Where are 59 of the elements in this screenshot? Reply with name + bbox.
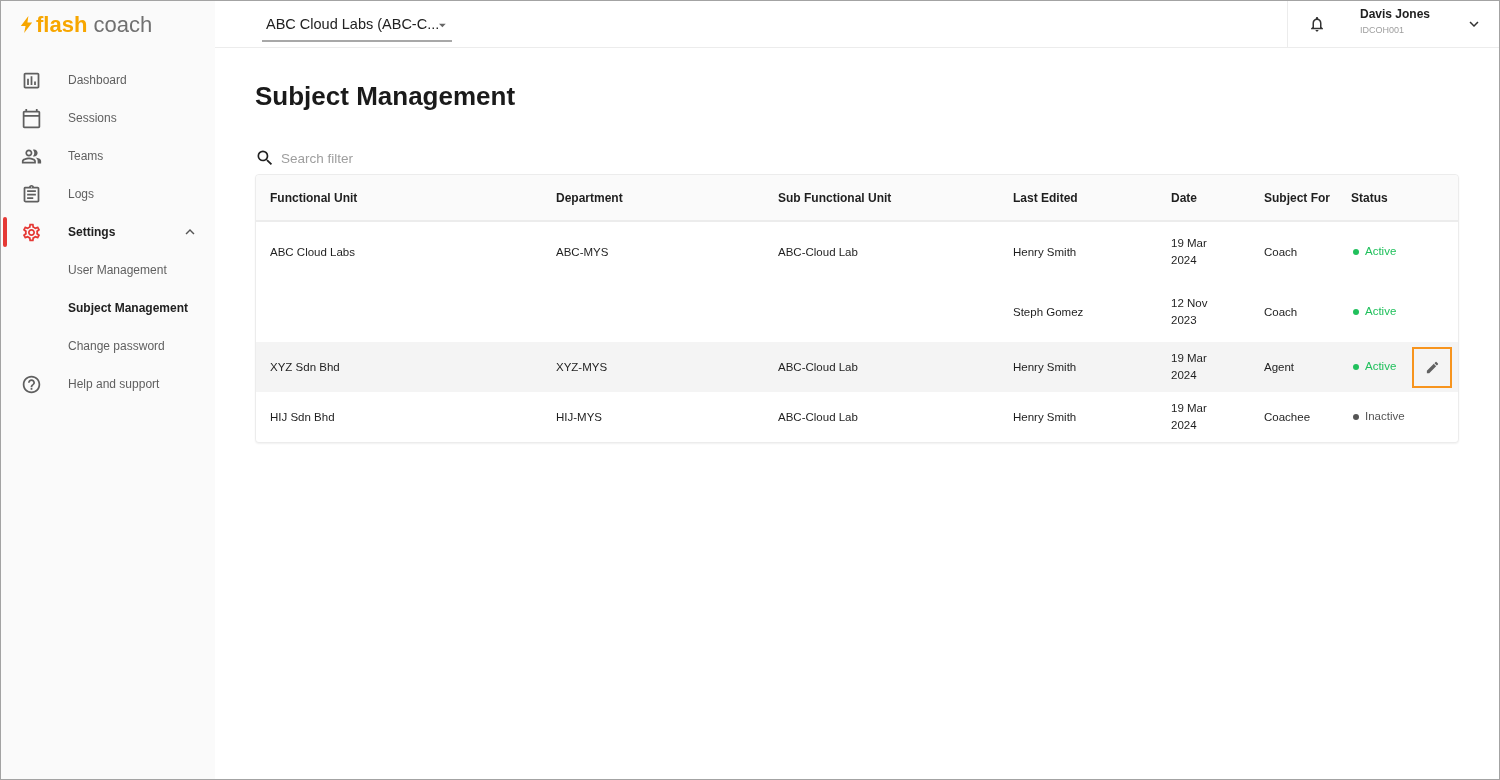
table-cell-text: Henry Smith	[1013, 359, 1077, 375]
sidebar-subitem[interactable]: Change password	[1, 327, 215, 365]
sidebar-item[interactable]: Help and support	[1, 365, 215, 403]
table-cell-text: Steph Gomez	[1013, 304, 1084, 320]
table-cell-text: 19 Mar 2024	[1171, 236, 1208, 268]
clipboard-icon	[21, 183, 42, 205]
pencil-icon	[1424, 359, 1440, 375]
status-label: Active	[1365, 304, 1397, 320]
table-cell-text: 19 Mar 2024	[1171, 351, 1208, 383]
search-icon	[255, 148, 275, 168]
help-icon	[21, 373, 42, 395]
table-cell-text: HIJ Sdn Bhd	[270, 409, 335, 425]
table-cell-text: ABC-MYS	[556, 244, 609, 260]
logo-wordmark: flash coach	[36, 13, 153, 36]
column-header: Functional Unit	[270, 189, 358, 207]
notifications-button[interactable]	[1308, 15, 1326, 33]
selection-indicator	[3, 217, 7, 247]
lightning-bolt-icon	[20, 16, 33, 33]
organization-dropdown[interactable]: ABC Cloud Labs (ABC-C...	[262, 10, 452, 42]
column-header: Subject For	[1264, 189, 1330, 207]
table-cell-text: XYZ-MYS	[556, 359, 608, 375]
table-cell-text: Agent	[1264, 359, 1295, 375]
column-header: Date	[1171, 189, 1197, 207]
sidebar-item[interactable]: Sessions	[1, 99, 215, 137]
status-label: Active	[1365, 359, 1397, 375]
sidebar-subitem[interactable]: Subject Management	[1, 289, 215, 327]
status-label: Active	[1365, 244, 1397, 260]
table-cell-text: Coach	[1264, 244, 1298, 260]
table-cell-text: Coach	[1264, 304, 1298, 320]
table-cell-text: ABC-Cloud Lab	[778, 409, 858, 425]
table-cell-text: ABC-Cloud Lab	[778, 244, 858, 260]
table-cell-text: HIJ-MYS	[556, 409, 602, 425]
bell-icon	[1308, 15, 1326, 33]
table-cell-text: Coachee	[1264, 409, 1311, 425]
user-name: Davis Jones	[1360, 7, 1432, 22]
table-cell-text: ABC-Cloud Lab	[778, 359, 858, 375]
table-cell-text: 12 Nov 2023	[1171, 296, 1209, 328]
caret-icon	[439, 22, 446, 28]
sidebar-item[interactable]: Logs	[1, 175, 215, 213]
user-id: IDCOH001	[1360, 25, 1405, 36]
sidebar-item[interactable]: Settings	[1, 213, 215, 251]
table-cell-text: ABC Cloud Labs	[270, 244, 356, 260]
column-header: Status	[1351, 189, 1388, 207]
table-cell-text: Henry Smith	[1013, 409, 1077, 425]
column-header: Sub Functional Unit	[778, 189, 892, 207]
sidebar-item[interactable]: Teams	[1, 137, 215, 175]
calendar-icon	[21, 107, 42, 129]
table-cell-text: 19 Mar 2024	[1171, 401, 1208, 433]
table-cell-text: Henry Smith	[1013, 244, 1077, 260]
column-header: Last Edited	[1013, 189, 1078, 207]
page-title: Subject Management	[255, 80, 516, 112]
settings-icon	[21, 221, 42, 243]
search-field[interactable]: Search filter	[281, 147, 501, 169]
edit-button[interactable]	[1412, 346, 1452, 388]
sidebar-subitem[interactable]: User Management	[1, 251, 215, 289]
status-label: Inactive	[1365, 409, 1405, 425]
table-cell-text: XYZ Sdn Bhd	[270, 359, 340, 375]
sidebar-item[interactable]: Dashboard	[1, 61, 215, 99]
column-header: Department	[556, 189, 623, 207]
